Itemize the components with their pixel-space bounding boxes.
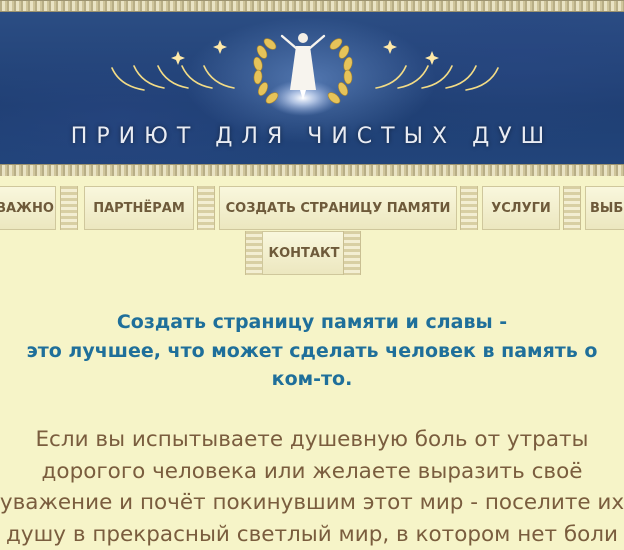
nav-item-partners[interactable]: ПАРТНЁРАМ [84,186,194,230]
nav-item-choose[interactable]: ВЫБ [585,186,624,230]
paragraph-line: душу в прекрасный светлый мир, в котором… [0,519,624,550]
nav-separator [245,231,263,275]
lead-line: ком-то. [0,365,624,394]
nav-item-contact[interactable]: КОНТАКТ [262,231,346,275]
lead-line: это лучшее, что может сделать человек в … [0,337,624,366]
bottom-ornament-border [0,164,624,176]
nav-separator [197,186,215,230]
nav-item-important[interactable]: ВАЖНО [0,186,56,230]
nav-separator [60,186,78,230]
site-title: ПРИЮТ ДЛЯ ЧИСТЫХ ДУШ [0,124,624,149]
header-banner: ПРИЮТ ДЛЯ ЧИСТЫХ ДУШ [0,0,624,176]
nav-row-1: ВАЖНО ПАРТНЁРАМ СОЗДАТЬ СТРАНИЦУ ПАМЯТИ … [0,186,624,232]
paragraph-line: Если вы испытываете душевную боль от утр… [0,424,624,456]
nav-row-2: КОНТАКТ [0,231,624,277]
nav-item-services[interactable]: УСЛУГИ [482,186,560,230]
nav-separator [343,231,361,275]
left-flourish-icon [112,66,234,90]
nav-separator [563,186,581,230]
intro-paragraph: Если вы испытываете душевную боль от утр… [0,424,624,550]
nav-item-create-memory-page[interactable]: СОЗДАТЬ СТРАНИЦУ ПАМЯТИ [219,186,457,230]
paragraph-line: дорогого человека или желаете выразить с… [0,456,624,488]
paragraph-line: уважение и почёт покинувшим этот мир - п… [0,487,624,519]
lead-heading: Создать страницу памяти и славы - это лу… [0,308,624,394]
lead-line: Создать страницу памяти и славы - [0,308,624,337]
nav-separator [460,186,478,230]
right-flourish-icon [376,66,498,90]
banner-decoration [0,0,624,176]
